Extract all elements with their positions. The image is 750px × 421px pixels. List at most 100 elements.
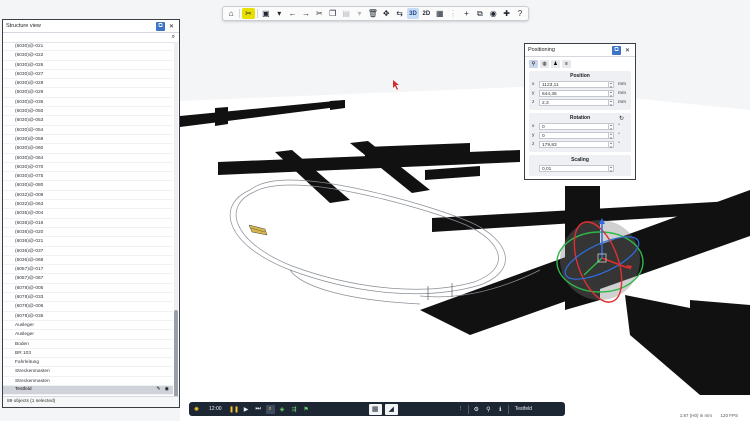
person-tab-icon[interactable]: ♟ bbox=[551, 60, 560, 68]
list-item[interactable]: (6030)@-026 bbox=[3, 61, 173, 70]
list-item[interactable]: (6030)@-070 bbox=[3, 163, 173, 173]
list-item[interactable]: (6030)@-054 bbox=[3, 126, 173, 135]
chevron-down-icon[interactable]: ▾ bbox=[353, 8, 365, 19]
list-item[interactable]: (6036)@-020 bbox=[3, 228, 173, 238]
list-item[interactable]: (6078)@-033 bbox=[3, 293, 173, 303]
list-item[interactable]: Fahrleitung bbox=[3, 358, 173, 368]
pause-icon[interactable]: ❚❚ bbox=[229, 405, 239, 414]
undo-icon[interactable]: ← bbox=[286, 8, 298, 19]
view-3d-button[interactable]: 3D bbox=[406, 8, 420, 19]
spinner[interactable]: ▴ ▾ bbox=[609, 99, 614, 106]
info-icon[interactable]: ℹ bbox=[496, 405, 505, 414]
save-icon[interactable]: ▣ bbox=[260, 8, 272, 19]
spinner[interactable]: ▴ ▾ bbox=[609, 165, 614, 172]
paste-icon[interactable]: ▤ bbox=[340, 8, 352, 19]
layers-icon[interactable]: ◈ bbox=[278, 405, 287, 414]
scrollbar-thumb[interactable] bbox=[174, 310, 178, 398]
list-item[interactable]: (6036)@-037 bbox=[3, 247, 173, 256]
spinner[interactable]: ▴ ▾ bbox=[609, 81, 614, 88]
sliders-icon[interactable]: ⫶ bbox=[456, 405, 465, 414]
edit-icon[interactable]: ✎ bbox=[156, 385, 160, 394]
fast-forward-icon[interactable]: ⏭ bbox=[254, 405, 263, 414]
move-icon[interactable]: ✥ bbox=[380, 8, 392, 19]
position-y-input[interactable]: 644,36 bbox=[539, 90, 609, 97]
list-item[interactable]: (6030)@-029 bbox=[3, 88, 173, 98]
duplicate-icon[interactable]: ⧉ bbox=[474, 8, 486, 19]
play-icon[interactable]: ▶ bbox=[242, 405, 251, 414]
list-item[interactable]: (6030)@-028 bbox=[3, 79, 173, 89]
list-item[interactable]: (6036)@-004 bbox=[3, 209, 173, 219]
list-item[interactable]: BR 103 bbox=[3, 349, 173, 359]
list-item[interactable]: (6030)@-058 bbox=[3, 135, 173, 145]
clock-time[interactable]: 12:00 bbox=[209, 406, 222, 412]
redo-icon[interactable]: → bbox=[300, 8, 312, 19]
plugin-icon[interactable]: ✚ bbox=[500, 8, 512, 19]
scaling-input[interactable]: 0,01 bbox=[539, 165, 609, 172]
search-icon[interactable]: ⌕ bbox=[265, 404, 275, 414]
snap-icon[interactable]: ⋮ bbox=[447, 8, 459, 19]
track-icon[interactable]: ⇶ bbox=[290, 405, 299, 414]
close-icon[interactable]: ✕ bbox=[623, 46, 632, 55]
list-item-selected[interactable]: Testfeld ✎ ◉ bbox=[3, 385, 173, 396]
spinner[interactable]: ▴ ▾ bbox=[609, 132, 614, 139]
list-item[interactable]: (6030)@-021 bbox=[3, 42, 173, 52]
list-item[interactable]: (6030)@-060 bbox=[3, 144, 173, 154]
popout-icon[interactable]: ⧉ bbox=[612, 45, 621, 55]
terrain-view-button[interactable]: ◢ bbox=[384, 403, 398, 415]
search-icon[interactable]: ⌕ bbox=[172, 34, 175, 41]
list-item[interactable]: (6036)@-021 bbox=[3, 237, 173, 247]
list-tab-icon[interactable]: ≡ bbox=[562, 60, 571, 68]
list-item[interactable]: Boden bbox=[3, 340, 173, 349]
position-z-input[interactable]: 2,3 bbox=[539, 99, 609, 106]
list-item[interactable]: (6030)@-036 bbox=[3, 98, 173, 108]
list-item[interactable]: (6057)@-067 bbox=[3, 274, 173, 284]
link-icon[interactable]: ⇆ bbox=[393, 8, 405, 19]
list-item[interactable]: Streckenmasten bbox=[3, 367, 173, 377]
sun-icon[interactable]: ✺ bbox=[192, 405, 201, 414]
position-x-input[interactable]: 1123,11 bbox=[539, 81, 609, 88]
visibility-icon[interactable]: ◉ bbox=[165, 385, 169, 394]
list-item[interactable]: Ausleger bbox=[3, 330, 173, 340]
list-item[interactable]: (6036)@-068 bbox=[3, 256, 173, 266]
tools-icon[interactable]: ✂ bbox=[242, 8, 255, 19]
help-icon[interactable]: ? bbox=[514, 8, 526, 19]
grid-icon[interactable]: ▦ bbox=[434, 8, 446, 19]
grid-view-button[interactable]: ▦ bbox=[368, 403, 382, 415]
delete-icon[interactable]: 🗑 bbox=[367, 8, 379, 19]
list-item[interactable]: (6032)@-008 bbox=[3, 191, 173, 201]
list-item[interactable]: (6057)@-017 bbox=[3, 265, 173, 275]
list-item[interactable]: (6078)@-005 bbox=[3, 284, 173, 294]
spinner[interactable]: ▴ ▾ bbox=[609, 90, 614, 97]
list-item[interactable]: (6036)@-016 bbox=[3, 219, 173, 228]
home-icon[interactable]: ⌂ bbox=[225, 8, 237, 19]
list-item[interactable]: (6030)@-080 bbox=[3, 181, 173, 191]
add-icon[interactable]: + bbox=[460, 8, 472, 19]
list-item[interactable]: (6030)@-053 bbox=[3, 116, 173, 126]
copy-icon[interactable]: ❐ bbox=[327, 8, 339, 19]
list-item[interactable]: (6032)@-063 bbox=[3, 200, 173, 210]
list-item[interactable]: (6078)@-035 bbox=[3, 312, 173, 321]
list-item[interactable]: (6078)@-006 bbox=[3, 302, 173, 312]
rotation-x-input[interactable]: 0 bbox=[539, 123, 609, 130]
globe-tab-icon[interactable]: ◍ bbox=[540, 60, 549, 68]
transform-tab-icon[interactable]: ⚲ bbox=[529, 60, 538, 68]
spinner[interactable]: ▴ ▾ bbox=[609, 123, 614, 130]
list-item[interactable]: (6030)@-050 bbox=[3, 107, 173, 117]
camera-icon[interactable]: ◉ bbox=[487, 8, 499, 19]
spinner[interactable]: ▴ ▾ bbox=[609, 141, 614, 148]
close-icon[interactable]: ✕ bbox=[167, 22, 176, 31]
signal-icon[interactable]: ⚑ bbox=[302, 405, 311, 414]
list-item[interactable]: (6030)@-064 bbox=[3, 154, 173, 163]
list-item[interactable]: Ausleger bbox=[3, 321, 173, 331]
reset-rotation-icon[interactable]: ↻ bbox=[619, 115, 624, 122]
rotation-z-input[interactable]: 179,83 bbox=[539, 141, 609, 148]
cut-icon[interactable]: ✂ bbox=[313, 8, 325, 19]
gear-icon[interactable]: ⚙ bbox=[472, 405, 481, 414]
chevron-down-icon[interactable]: ▾ bbox=[273, 8, 285, 19]
list-item[interactable]: (6030)@-027 bbox=[3, 70, 173, 80]
rotation-y-input[interactable]: 0 bbox=[539, 132, 609, 139]
list-item[interactable]: (6030)@-022 bbox=[3, 51, 173, 61]
transform-icon[interactable]: ⚲ bbox=[484, 405, 493, 414]
list-item[interactable]: (6030)@-075 bbox=[3, 172, 173, 182]
view-2d-button[interactable]: 2D bbox=[420, 8, 432, 19]
